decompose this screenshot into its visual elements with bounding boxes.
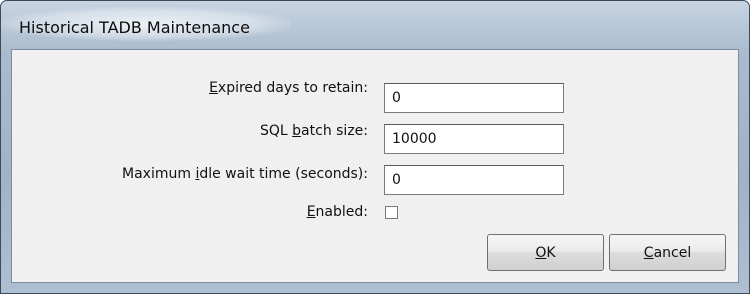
cancel-accelerator: C [643, 244, 654, 261]
ok-label-text: K [546, 244, 556, 261]
sql-batch-size-label-prefix: SQL [260, 123, 293, 139]
sql-batch-size-label: SQL batch size: [260, 123, 368, 139]
expired-days-label: Expired days to retain: [209, 80, 368, 96]
sql-batch-size-accelerator: b [292, 123, 302, 139]
expired-days-input[interactable]: 0 [384, 83, 564, 113]
window-title: Historical TADB Maintenance [19, 18, 250, 37]
enabled-checkbox[interactable] [385, 206, 398, 219]
idle-wait-label-prefix: Maximum [122, 166, 196, 182]
expired-days-label-text: xpired days to retain: [217, 80, 368, 96]
enabled-accelerator: E [306, 204, 316, 220]
idle-wait-label-text: dle wait time (seconds): [199, 166, 368, 182]
idle-wait-input[interactable]: 0 [384, 165, 564, 195]
enabled-label-text: nabled: [315, 204, 368, 220]
title-bar[interactable]: Historical TADB Maintenance [1, 1, 749, 49]
dialog-window: Historical TADB Maintenance Expired days… [0, 0, 750, 294]
cancel-button[interactable]: Cancel [609, 234, 726, 271]
sql-batch-size-input[interactable]: 10000 [384, 124, 564, 154]
cancel-label-text: ancel [653, 244, 692, 261]
idle-wait-label: Maximum idle wait time (seconds): [122, 166, 368, 182]
dialog-content: Expired days to retain: 0 SQL batch size… [11, 49, 739, 283]
expired-days-accelerator: E [209, 80, 218, 96]
sql-batch-size-label-text: atch size: [301, 123, 368, 139]
enabled-label: Enabled: [307, 204, 368, 220]
ok-button[interactable]: OK [487, 234, 604, 271]
ok-accelerator: O [535, 244, 547, 261]
